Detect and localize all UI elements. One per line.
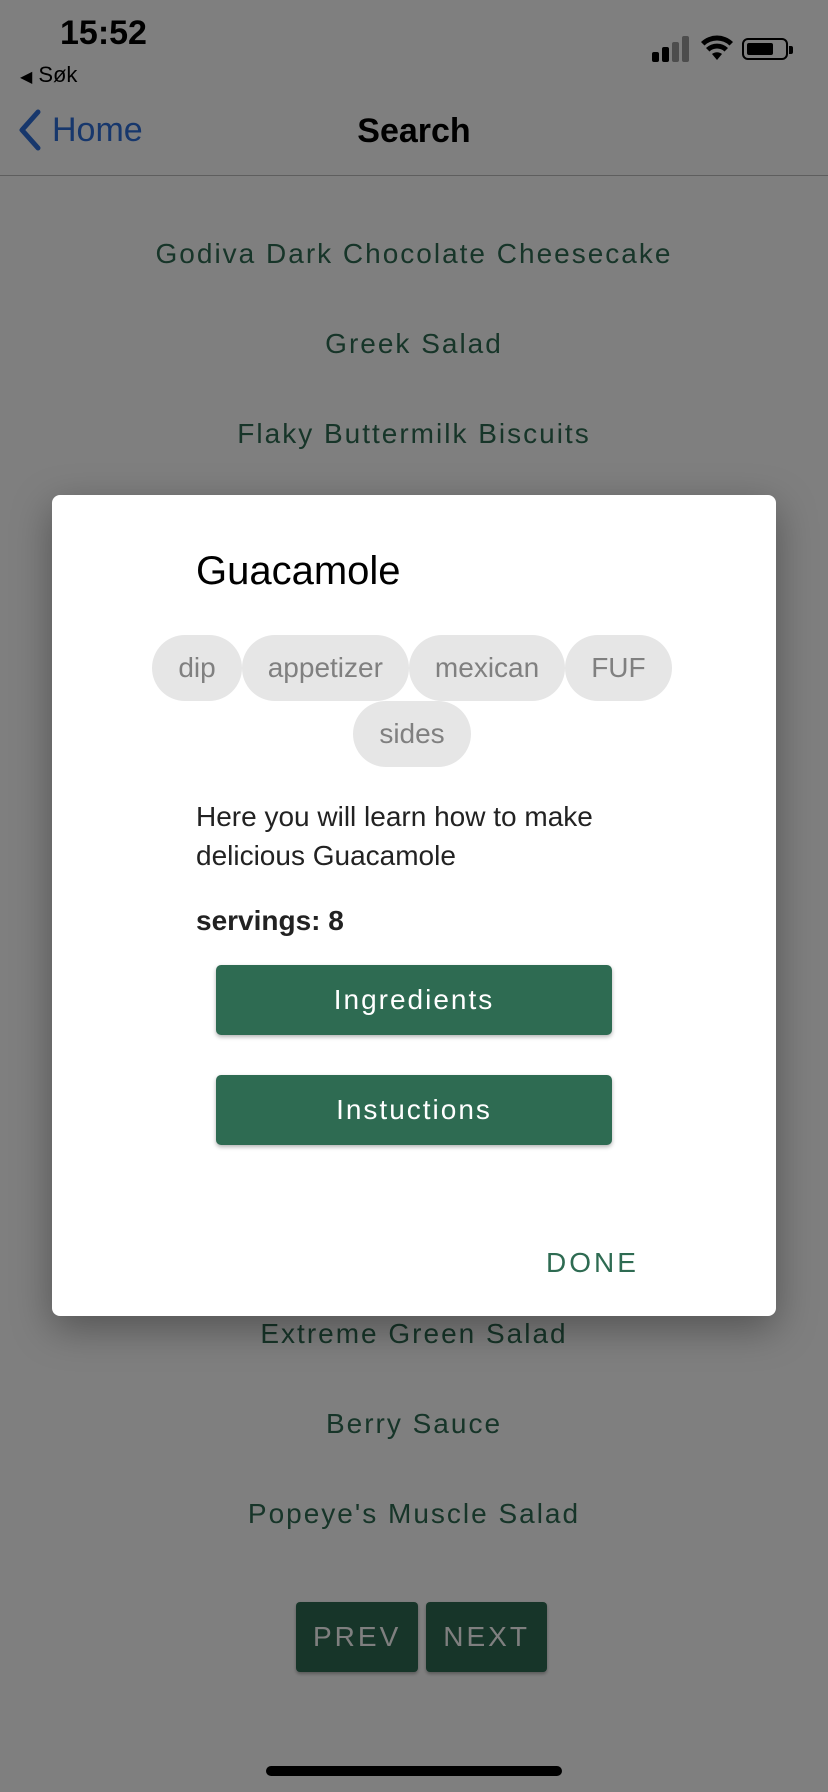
servings-label: servings: 8	[196, 905, 344, 936]
tag-chip: FUF	[565, 635, 672, 701]
tag-chip: appetizer	[241, 635, 409, 701]
tag-chip: sides	[353, 701, 471, 767]
ingredients-button[interactable]: Ingredients	[216, 965, 612, 1035]
recipe-dialog: Guacamole dip appetizer mexican FUF side…	[52, 495, 776, 1316]
recipe-description: Here you will learn how to make deliciou…	[196, 801, 593, 871]
tag-chip: dip	[152, 635, 242, 701]
instructions-button[interactable]: Instuctions	[216, 1075, 612, 1145]
dialog-title: Guacamole	[196, 549, 401, 593]
tag-chip: mexican	[408, 635, 566, 701]
tag-list: dip appetizer mexican FUF sides	[132, 635, 692, 767]
done-button[interactable]: DONE	[546, 1247, 639, 1279]
